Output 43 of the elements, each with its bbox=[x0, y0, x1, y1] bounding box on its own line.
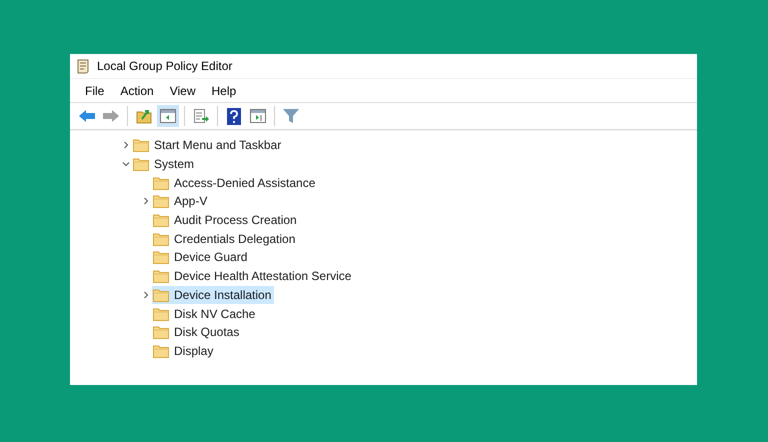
tree-item[interactable]: Audit Process Creation bbox=[152, 211, 300, 230]
panel-icon bbox=[250, 109, 266, 123]
tree-item[interactable]: Device Health Attestation Service bbox=[152, 267, 354, 286]
expand-chevron-icon[interactable] bbox=[142, 290, 150, 299]
folder-icon bbox=[153, 213, 169, 228]
tree-item[interactable]: App-V bbox=[152, 192, 210, 210]
back-arrow-icon bbox=[79, 110, 95, 122]
tree-item[interactable]: Disk NV Cache bbox=[152, 304, 258, 323]
folder-icon bbox=[153, 232, 169, 246]
tree-item[interactable]: Device Installation bbox=[152, 286, 274, 304]
scroll-icon bbox=[75, 58, 91, 74]
collapse-chevron-icon[interactable] bbox=[122, 160, 130, 168]
tree-item[interactable]: Device Guard bbox=[152, 248, 250, 266]
help-icon bbox=[227, 108, 241, 124]
forward-arrow-icon bbox=[103, 110, 119, 122]
menu-item[interactable]: Help bbox=[204, 82, 244, 100]
menu-item[interactable]: Action bbox=[113, 82, 161, 100]
tree-item[interactable]: Disk Quotas bbox=[152, 323, 242, 342]
tree-item[interactable]: Display bbox=[152, 342, 216, 360]
menu-item[interactable]: File bbox=[78, 82, 112, 100]
panel-icon bbox=[160, 109, 176, 123]
folder-icon bbox=[153, 194, 169, 208]
tree-item[interactable]: Credentials Delegation bbox=[152, 230, 298, 248]
folder-icon bbox=[153, 306, 169, 321]
tree-item[interactable]: Access-Denied Assistance bbox=[152, 174, 318, 192]
window-title: Local Group Policy Editor bbox=[97, 59, 232, 73]
folder-icon bbox=[153, 176, 169, 190]
tree-item[interactable]: Start Menu and Taskbar bbox=[132, 136, 284, 154]
folder-icon bbox=[133, 138, 149, 152]
expand-chevron-icon[interactable] bbox=[122, 141, 130, 150]
toolbar-button[interactable] bbox=[157, 105, 179, 127]
folder-icon bbox=[153, 325, 169, 340]
folder-icon bbox=[153, 269, 169, 284]
tree-item[interactable]: System bbox=[132, 155, 198, 174]
folder-icon bbox=[153, 344, 169, 358]
folder-icon bbox=[153, 288, 169, 302]
filter-icon bbox=[283, 108, 299, 124]
folder-up-icon bbox=[136, 108, 152, 124]
menu-item[interactable]: View bbox=[162, 82, 202, 100]
expand-chevron-icon[interactable] bbox=[142, 197, 150, 206]
folder-icon bbox=[133, 157, 149, 172]
folder-icon bbox=[153, 250, 169, 264]
export-list-icon bbox=[193, 108, 209, 124]
